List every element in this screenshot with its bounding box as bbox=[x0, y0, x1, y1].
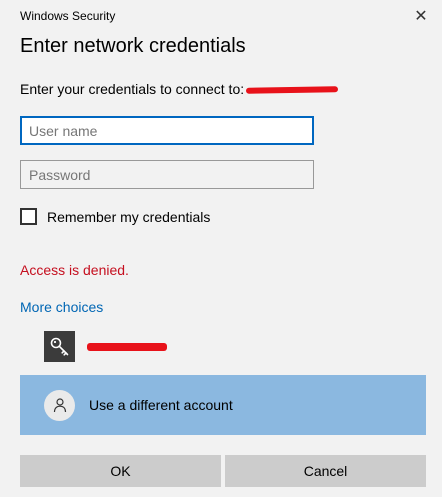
window-title: Windows Security bbox=[20, 9, 116, 23]
person-icon bbox=[44, 389, 75, 421]
error-message: Access is denied. bbox=[20, 262, 129, 278]
close-icon[interactable]: ✕ bbox=[408, 4, 434, 28]
more-choices-link[interactable]: More choices bbox=[20, 299, 103, 315]
remember-credentials-row[interactable]: Remember my credentials bbox=[20, 208, 210, 225]
username-input[interactable] bbox=[20, 116, 314, 145]
connect-prompt-text: Enter your credentials to connect to: bbox=[20, 81, 245, 97]
remember-credentials-label: Remember my credentials bbox=[47, 208, 211, 225]
dialog-heading: Enter network credentials bbox=[20, 35, 246, 57]
ok-button[interactable]: OK bbox=[20, 455, 221, 487]
cancel-button[interactable]: Cancel bbox=[225, 455, 426, 487]
title-bar: Windows Security ✕ bbox=[0, 0, 442, 32]
key-icon bbox=[44, 331, 75, 362]
connect-prompt: Enter your credentials to connect to: bbox=[20, 81, 339, 97]
password-input[interactable] bbox=[20, 160, 314, 189]
use-different-account-option[interactable]: Use a different account bbox=[20, 375, 426, 435]
redacted-server-name bbox=[246, 86, 339, 95]
remember-credentials-checkbox[interactable] bbox=[20, 208, 37, 225]
use-different-account-label: Use a different account bbox=[89, 397, 233, 413]
saved-credential-option[interactable] bbox=[44, 331, 167, 362]
redacted-saved-username bbox=[87, 342, 167, 351]
